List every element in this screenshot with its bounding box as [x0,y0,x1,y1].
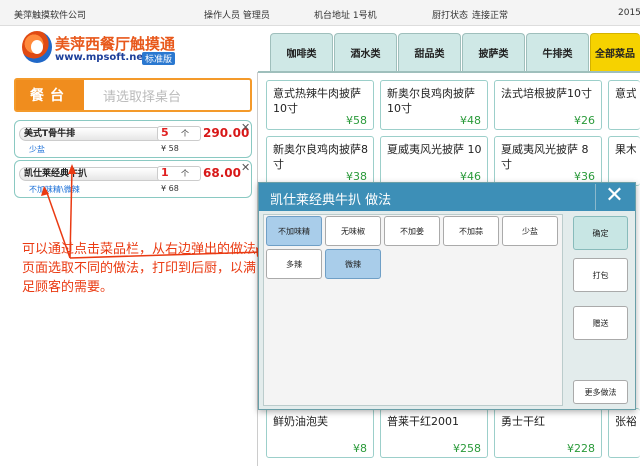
dish-name: 意式热辣牛肉披萨10寸 [273,87,361,115]
dish-card[interactable]: 张裕 [608,408,640,458]
dish-card[interactable]: 新奥尔良鸡肉披萨10寸 ¥48 [380,80,488,130]
dish-name: 新奥尔良鸡肉披萨8寸 [273,143,368,171]
confirm-button[interactable]: 确定 [573,216,628,250]
dish-name: 普莱干红2001 [387,415,459,428]
dish-price: ¥26 [574,114,595,127]
option-no-ginger[interactable]: 不加姜 [384,216,440,246]
dish-name: 意式肥 [615,87,636,100]
dish-price: ¥8 [353,442,367,455]
option-no-msg[interactable]: 不加味精 [266,216,322,246]
dish-name: 夏威夷风光披萨 8寸 [501,143,589,171]
dish-card[interactable]: 夏威夷风光披萨 8寸 ¥36 [494,136,602,186]
option-less-salt[interactable]: 少盐 [502,216,558,246]
dish-card[interactable]: 果木 [608,136,640,186]
dish-name: 新奥尔良鸡肉披萨10寸 [387,87,475,115]
option-extra-spicy[interactable]: 多辣 [266,249,322,279]
annotation-text: 可以通过点击菜品栏，从右边弹出的做法页面选取不同的做法，打印到后厨，以满足顾客的… [22,242,257,295]
dish-price: ¥48 [460,114,481,127]
option-no-garlic[interactable]: 不加蒜 [443,216,499,246]
dish-card[interactable]: 普莱干红2001 ¥258 [380,408,488,458]
dish-card[interactable]: 夏威夷风光披萨 10 ¥46 [380,136,488,186]
dish-price: ¥58 [346,114,367,127]
dish-price: ¥228 [567,442,595,455]
close-icon[interactable]: ✕ [595,184,633,210]
dish-price: ¥258 [453,442,481,455]
dish-card[interactable]: 法式培根披萨10寸 ¥26 [494,80,602,130]
dish-name: 果木 [615,143,636,156]
dish-name: 勇士干红 [501,415,545,428]
dish-card[interactable]: 意式热辣牛肉披萨10寸 ¥58 [266,80,374,130]
dish-name: 张裕 [615,415,636,428]
dialog-title: 凯仕莱经典牛扒 做法 [270,193,392,208]
dish-name: 夏威夷风光披萨 10 [387,143,482,156]
dish-name: 鲜奶油泡芙 [273,415,328,428]
dish-name: 法式培根披萨10寸 [501,87,592,100]
gift-button[interactable]: 赠送 [573,306,628,340]
dish-card[interactable]: 意式肥 [608,80,640,130]
option-no-pepper[interactable]: 无味椒 [325,216,381,246]
pack-button[interactable]: 打包 [573,258,628,292]
dish-card[interactable]: 鲜奶油泡芙 ¥8 [266,408,374,458]
dish-card[interactable]: 勇士干红 ¥228 [494,408,602,458]
more-methods-button[interactable]: 更多做法 [573,380,628,404]
dish-card[interactable]: 新奥尔良鸡肉披萨8寸 ¥38 [266,136,374,186]
option-mild-spicy[interactable]: 微辣 [325,249,381,279]
